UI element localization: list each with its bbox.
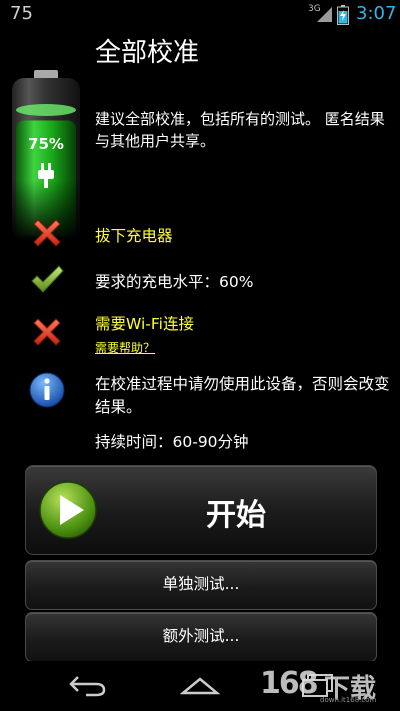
cross-icon — [33, 219, 61, 247]
back-icon[interactable] — [68, 673, 108, 697]
play-icon — [39, 481, 97, 539]
duration-label: 持续时间：60-90分钟 — [95, 433, 249, 451]
status-number: 75 — [10, 3, 33, 24]
cross-icon — [33, 318, 61, 346]
watermark-logo: 168 下载 down.it168.com — [258, 664, 398, 708]
signal-icon — [317, 7, 332, 22]
start-button-label: 开始 — [206, 498, 266, 533]
battery-charging-icon — [337, 5, 349, 25]
watermark-digits: 168 — [260, 666, 319, 701]
extra-test-button[interactable]: 额外测试... — [25, 612, 377, 662]
battery-percent-label: 75% — [28, 135, 64, 153]
requirement-unplug-charger: 拔下充电器 — [95, 227, 173, 245]
requirement-wifi: 需要Wi-Fi连接 — [95, 315, 194, 333]
help-link[interactable]: 需要帮助？ — [95, 339, 155, 356]
calibration-description: 建议全部校准，包括所有的测试。 匿名结果与其他用户共享。 — [95, 110, 385, 150]
single-test-button[interactable]: 单独测试... — [25, 560, 377, 610]
check-icon — [31, 265, 64, 293]
home-icon[interactable] — [180, 673, 220, 697]
start-button[interactable]: 开始 — [25, 465, 377, 555]
requirement-charge-level: 要求的充电水平：60% — [95, 273, 254, 291]
page-title: 全部校准 — [95, 38, 200, 68]
plug-icon — [38, 163, 54, 188]
info-icon — [29, 372, 65, 408]
status-bar: 75 3G 3:07 — [0, 0, 400, 28]
watermark-sub: down.it168.com — [320, 696, 377, 704]
usage-warning: 在校准过程中请勿使用此设备，否则会改变结果。 — [95, 375, 390, 416]
status-time: 3:07 — [356, 3, 397, 24]
